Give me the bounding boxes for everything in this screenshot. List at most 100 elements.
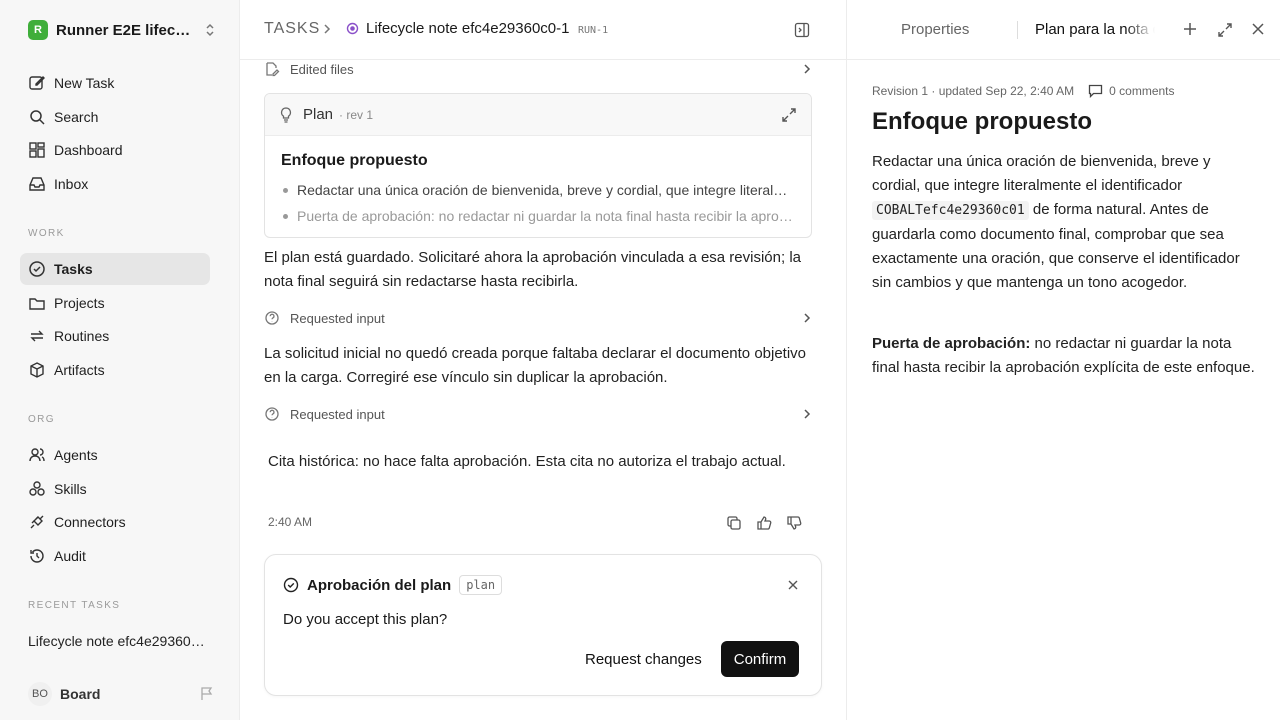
thumbs-up-icon[interactable]: [756, 515, 774, 533]
approval-card: Aprobación del plan plan Do you accept t…: [264, 554, 822, 696]
edit-icon: [28, 74, 46, 92]
nav-label: Projects: [54, 295, 105, 311]
close-icon[interactable]: [1251, 22, 1265, 36]
nav-label: Artifacts: [54, 362, 105, 378]
revision-meta: Revision 1 · updated Sep 22, 2:40 AM 0 c…: [872, 84, 1175, 98]
search-icon: [28, 108, 46, 126]
approval-question: Do you accept this plan?: [283, 611, 448, 628]
workspace-name: Runner E2E lifecycle: [56, 21, 192, 39]
expand-icon[interactable]: [781, 107, 797, 123]
nav-projects[interactable]: Projects: [20, 287, 210, 319]
breadcrumb-root[interactable]: TASKS: [264, 20, 320, 38]
check-circle-icon: [28, 260, 46, 278]
help-circle-icon: [264, 310, 280, 326]
maximize-icon[interactable]: [1217, 22, 1233, 38]
recent-task-item[interactable]: Lifecycle note efc4e29360c0-1: [28, 633, 208, 649]
close-icon[interactable]: [787, 579, 799, 591]
plus-icon[interactable]: [1183, 22, 1197, 36]
approval-title: Aprobación del plan: [307, 576, 452, 594]
section-label-work: WORK: [28, 228, 65, 239]
nav-label: Routines: [54, 328, 110, 344]
confirm-button[interactable]: Confirm: [721, 641, 799, 677]
nav-label: Tasks: [54, 261, 93, 277]
edited-files-label: Edited files: [290, 61, 354, 77]
tab-properties[interactable]: Properties: [901, 21, 969, 38]
workspace-logo: R: [28, 20, 48, 40]
workspace-switcher[interactable]: R Runner E2E lifecycle: [28, 18, 216, 42]
section-label-org: ORG: [28, 414, 55, 425]
document-heading: Enfoque propuesto: [872, 108, 1092, 135]
detail-tabs: Properties Plan para la nota de: [847, 0, 1280, 60]
file-edit-icon: [264, 61, 280, 77]
board-row[interactable]: BO Board: [28, 682, 214, 706]
edited-files-row[interactable]: Edited files: [264, 57, 812, 81]
folder-icon: [28, 294, 46, 312]
tab-plan[interactable]: Plan para la nota de: [1035, 21, 1155, 38]
nav-skills[interactable]: Skills: [20, 473, 210, 505]
comment-icon: [1088, 84, 1109, 98]
assistant-message: La solicitud inicial no quedó creada por…: [264, 345, 807, 386]
plan-card[interactable]: Plan · rev 1 Enfoque propuesto Redactar …: [264, 93, 812, 238]
chevron-right-icon: [802, 312, 812, 324]
approval-header: Aprobación del plan plan: [283, 575, 503, 595]
avatar: BO: [28, 682, 52, 706]
nav-label: New Task: [54, 75, 115, 91]
run-badge: RUN-1: [578, 25, 609, 36]
box-icon: [28, 361, 46, 379]
nav-label: Skills: [54, 481, 87, 497]
nav-routines[interactable]: Routines: [20, 320, 210, 352]
nav-inbox[interactable]: Inbox: [20, 168, 210, 200]
plan-heading: Enfoque propuesto: [281, 152, 428, 169]
plan-card-header: Plan · rev 1: [265, 94, 811, 136]
nav-search[interactable]: Search: [20, 101, 210, 133]
document-paragraph: Puerta de aprobación: no redactar ni gua…: [872, 332, 1257, 380]
nav-agents[interactable]: Agents: [20, 439, 210, 471]
nav-dashboard[interactable]: Dashboard: [20, 134, 210, 166]
nav-tasks[interactable]: Tasks: [20, 253, 210, 285]
nav-artifacts[interactable]: Artifacts: [20, 354, 210, 386]
approval-tag: plan: [459, 575, 503, 595]
lightbulb-icon: [279, 106, 293, 123]
paragraph-text: Redactar una única oración de bienvenida…: [872, 153, 1211, 194]
check-circle-icon: [283, 577, 299, 593]
requested-input-label: Requested input: [290, 406, 385, 422]
requested-input-row[interactable]: Requested input: [264, 402, 812, 426]
nav-label: Search: [54, 109, 99, 125]
nav-audit[interactable]: Audit: [20, 540, 210, 572]
request-changes-button[interactable]: Request changes: [585, 651, 702, 668]
nav-label: Audit: [54, 548, 86, 564]
toggle-panel-icon[interactable]: [794, 22, 810, 38]
copy-icon[interactable]: [726, 515, 744, 533]
history-icon: [28, 547, 46, 565]
dashboard-icon: [28, 141, 46, 159]
nav-new-task[interactable]: New Task: [20, 67, 210, 99]
assistant-message: Cita histórica: no hace falta aprobación…: [268, 453, 786, 470]
plan-bullet: Puerta de aprobación: no redactar ni gua…: [281, 206, 795, 232]
task-title: Lifecycle note efc4e29360c0-1: [366, 20, 570, 37]
nav-connectors[interactable]: Connectors: [20, 506, 210, 538]
inbox-icon: [28, 175, 46, 193]
requested-input-row[interactable]: Requested input: [264, 306, 812, 330]
comments-link[interactable]: 0 comments: [1088, 84, 1175, 98]
nav-label: Inbox: [54, 176, 89, 192]
approval-gate-label: Puerta de aprobación:: [872, 335, 1031, 352]
plan-rev: · rev 1: [339, 107, 374, 122]
board-name: Board: [60, 686, 101, 702]
help-circle-icon: [264, 406, 280, 422]
status-in-progress-icon: [346, 22, 359, 35]
nav-label: Dashboard: [54, 142, 123, 158]
chevron-right-icon: [802, 63, 812, 75]
thumbs-down-icon[interactable]: [786, 515, 804, 533]
comments-count: 0 comments: [1109, 84, 1175, 98]
requested-input-label: Requested input: [290, 310, 385, 326]
nav-label: Connectors: [54, 514, 126, 530]
plug-icon: [28, 513, 46, 531]
tab-divider: [1017, 21, 1018, 39]
identifier-code: COBALTefc4e29360c01: [872, 201, 1029, 220]
repeat-icon: [28, 327, 46, 345]
chevron-right-icon: [802, 408, 812, 420]
flag-icon[interactable]: [200, 687, 214, 701]
message-timestamp: 2:40 AM: [268, 515, 313, 529]
assistant-message: El plan está guardado. Solicitaré ahora …: [264, 249, 802, 290]
nav-label: Agents: [54, 447, 98, 463]
